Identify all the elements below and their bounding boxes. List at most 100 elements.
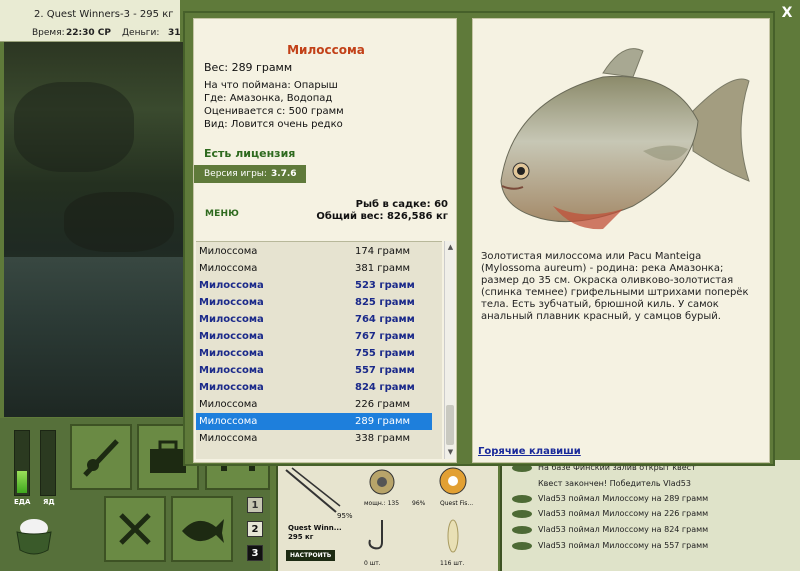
scroll-thumb[interactable] bbox=[446, 405, 454, 445]
maggot-bait-icon bbox=[447, 519, 459, 553]
rod-name: Quest Winn... bbox=[288, 524, 342, 532]
catch-row[interactable]: Милоссома 338 грамм bbox=[196, 430, 432, 447]
slot-button-2[interactable]: 2 bbox=[247, 521, 263, 537]
food-gauge bbox=[14, 430, 30, 496]
catch-fish-weight: 289 грамм bbox=[355, 416, 411, 427]
event-log: На базе Финский залив открыт квест Квест… bbox=[500, 460, 800, 571]
catch-row[interactable]: Милоссома 764 грамм bbox=[196, 311, 432, 328]
money-value: 31 bbox=[168, 28, 181, 38]
fork-knife-icon bbox=[119, 513, 151, 545]
fish-description: Золотистая милоссома или Pacu Manteiga (… bbox=[481, 251, 749, 322]
fishing-rod-icon bbox=[83, 439, 119, 477]
caught-with: На что поймана: Опарыш bbox=[204, 80, 338, 91]
catch-fish-name: Милоссома bbox=[199, 348, 264, 359]
catch-fish-name: Милоссома bbox=[199, 246, 258, 257]
rod-icon bbox=[285, 467, 341, 513]
catch-location: Где: Амазонка, Водопад bbox=[204, 93, 333, 104]
version-value: 3.7.6 bbox=[270, 169, 297, 179]
catch-row[interactable]: Милоссома 174 грамм bbox=[196, 243, 432, 260]
menu-button[interactable]: МЕНЮ bbox=[205, 209, 239, 219]
scene-rock bbox=[64, 192, 174, 252]
time-value: 22:30 СР bbox=[66, 28, 111, 38]
food-label: ЕДА bbox=[14, 498, 31, 506]
fishing-scene[interactable] bbox=[4, 42, 190, 417]
reel-icon bbox=[369, 469, 395, 495]
poison-label: ЯД bbox=[43, 498, 55, 506]
line-spool-icon bbox=[439, 467, 467, 495]
bait-slot[interactable]: 116 шт. bbox=[438, 516, 494, 568]
food-button[interactable] bbox=[104, 496, 166, 562]
slot-button-3[interactable]: 3 bbox=[247, 545, 263, 561]
catch-row[interactable]: Милоссома 824 грамм bbox=[196, 379, 432, 396]
catch-row[interactable]: Милоссома 557 грамм bbox=[196, 362, 432, 379]
log-row: Vlad53 поймал Милоссому на 824 грамм bbox=[512, 522, 708, 537]
pot-icon[interactable] bbox=[12, 512, 56, 558]
scene-water bbox=[4, 257, 190, 417]
slot-button-1[interactable]: 1 bbox=[247, 497, 263, 513]
valued-from: Оценивается с: 500 грамм bbox=[204, 106, 344, 117]
catch-fish-weight: 825 грамм bbox=[355, 297, 415, 308]
fish-button[interactable] bbox=[171, 496, 233, 562]
hotkeys-link[interactable]: Горячие клавиши bbox=[478, 446, 581, 457]
reel-percent: 96% bbox=[412, 500, 426, 507]
status-bar: 2. Quest Winners-3 - 295 кг Время: 22:30… bbox=[0, 0, 181, 42]
catch-fish-weight: 381 грамм bbox=[355, 263, 411, 274]
fish-details-panel: Милоссома Вес: 289 грамм На что поймана:… bbox=[193, 18, 457, 463]
reel-slot[interactable]: мощн.: 135 96% bbox=[362, 466, 430, 512]
close-icon[interactable]: X bbox=[778, 4, 796, 22]
food-gauge-fill bbox=[17, 471, 27, 493]
catch-row[interactable]: Милоссома 755 грамм bbox=[196, 345, 432, 362]
scene-rock bbox=[14, 82, 134, 172]
catch-row[interactable]: Милоссома 825 грамм bbox=[196, 294, 432, 311]
catch-fish-weight: 226 грамм bbox=[355, 399, 411, 410]
version-label: Версия игры: bbox=[204, 169, 267, 179]
catch-fish-weight: 824 грамм bbox=[355, 382, 415, 393]
log-row: Квест закончен! Победитель Vlad53 bbox=[512, 476, 691, 491]
hook-slot[interactable]: 0 шт. bbox=[362, 516, 430, 568]
game-version: Версия игры: 3.7.6 bbox=[194, 165, 306, 183]
status-row: Время: 22:30 СР Деньги: 31 bbox=[0, 25, 181, 42]
bait-count: 116 шт. bbox=[440, 560, 465, 567]
fish-weight: Вес: 289 грамм bbox=[204, 61, 293, 74]
catch-fish-weight: 174 грамм bbox=[355, 246, 411, 257]
hook-count: 0 шт. bbox=[364, 560, 381, 567]
rod-tool-button[interactable] bbox=[70, 424, 132, 490]
fish-description-panel: Золотистая милоссома или Pacu Manteiga (… bbox=[472, 18, 770, 463]
catch-fish-name: Милоссома bbox=[199, 416, 258, 427]
line-slot[interactable]: Quest Fis... bbox=[438, 466, 494, 512]
fish-name: Милоссома bbox=[287, 43, 365, 57]
catch-fish-name: Милоссома bbox=[199, 399, 258, 410]
scroll-down-icon[interactable]: ▼ bbox=[446, 447, 455, 457]
log-row: Vlad53 поймал Милоссому на 557 грамм bbox=[512, 538, 708, 553]
keepnet-count: Рыб в садке: 60 bbox=[355, 199, 448, 210]
total-weight: Общий вес: 826,586 кг bbox=[316, 211, 448, 222]
catch-fish-name: Милоссома bbox=[199, 297, 264, 308]
catch-list[interactable]: Милоссома 174 грамм Милоссома 381 грамм Мило… bbox=[196, 241, 442, 459]
catch-fish-name: Милоссома bbox=[199, 433, 258, 444]
catch-fish-weight: 338 грамм bbox=[355, 433, 411, 444]
catch-row-selected[interactable]: Милоссома 289 грамм bbox=[196, 413, 432, 430]
catch-fish-weight: 755 грамм bbox=[355, 348, 415, 359]
catch-row[interactable]: Милоссома 523 грамм bbox=[196, 277, 432, 294]
catch-row[interactable]: Милоссома 767 грамм bbox=[196, 328, 432, 345]
time-label: Время: bbox=[32, 28, 65, 38]
scroll-up-icon[interactable]: ▲ bbox=[446, 242, 455, 252]
session-title: 2. Quest Winners-3 - 295 кг bbox=[34, 9, 174, 20]
license-status: Есть лицензия bbox=[204, 147, 296, 160]
catch-fish-weight: 557 грамм bbox=[355, 365, 415, 376]
fish-illustration bbox=[493, 31, 755, 231]
catch-row[interactable]: Милоссома 381 грамм bbox=[196, 260, 432, 277]
rod-slot[interactable]: Quest Winn... 295 кг 95% НАСТРОИТЬ bbox=[282, 466, 353, 566]
fish-mini-icon bbox=[512, 525, 532, 534]
catch-fish-name: Милоссома bbox=[199, 382, 264, 393]
gear-panel: Quest Winn... 295 кг 95% НАСТРОИТЬ мощн.… bbox=[276, 464, 498, 571]
catch-row[interactable]: Милоссома 226 грамм bbox=[196, 396, 432, 413]
catch-list-scrollbar[interactable]: ▲ ▼ bbox=[444, 241, 455, 459]
log-row: Vlad53 поймал Милоссому на 289 грамм bbox=[512, 491, 708, 506]
configure-button[interactable]: НАСТРОИТЬ bbox=[286, 550, 336, 561]
catch-fish-name: Милоссома bbox=[199, 331, 264, 342]
reel-power: мощн.: 135 bbox=[364, 500, 400, 507]
catch-fish-name: Милоссома bbox=[199, 314, 264, 325]
fish-kind: Вид: Ловится очень редко bbox=[204, 119, 343, 130]
fish-mini-icon bbox=[512, 541, 532, 550]
